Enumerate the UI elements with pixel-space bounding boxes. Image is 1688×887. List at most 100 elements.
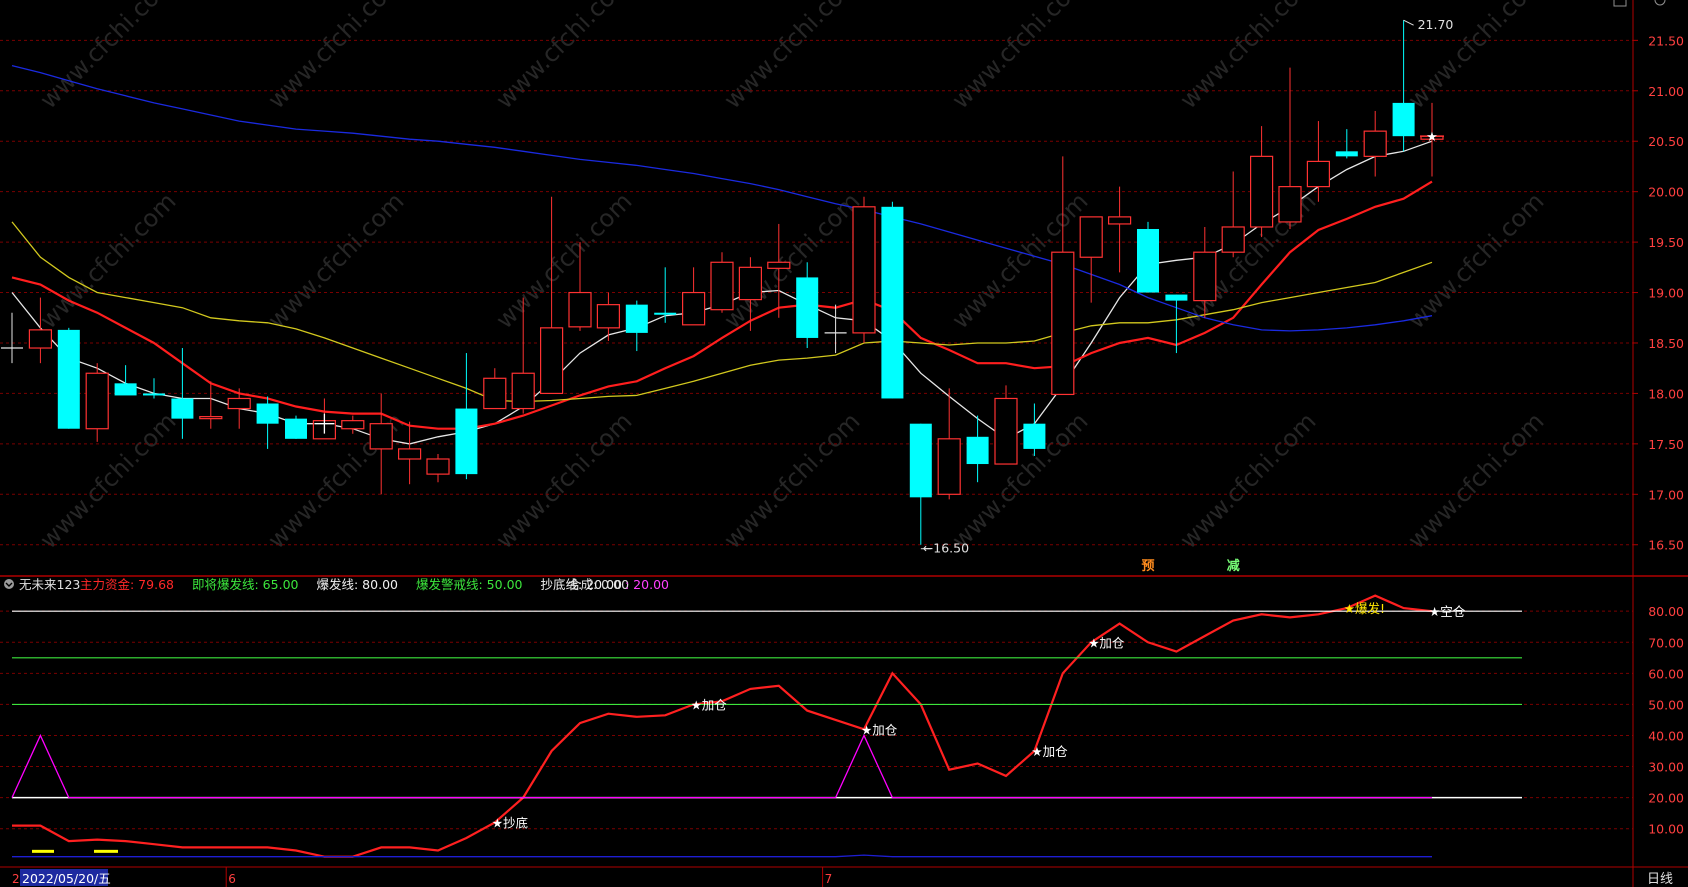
indicator-signal-label: ★爆发! <box>1344 601 1385 616</box>
indicator-collapse-icon[interactable] <box>4 579 14 589</box>
low-price-label: ←16.50 <box>923 541 969 556</box>
price-tick-label: 21.00 <box>1648 84 1684 99</box>
signal-marker: 减 <box>1227 558 1240 574</box>
volume-flag <box>32 849 54 853</box>
price-tick-label: 17.50 <box>1648 437 1684 452</box>
candle-body <box>994 397 1018 465</box>
legend-item: 即将爆发线: 65.00 <box>192 577 299 592</box>
candle-body <box>85 372 109 430</box>
period-label[interactable]: 日线 <box>1647 872 1673 887</box>
indicator-name[interactable]: 无未来123 <box>19 577 80 592</box>
watermark-text: www.cfchi.com <box>718 0 865 114</box>
indicator-legend: 主力资金: 79.68 即将爆发线: 65.00 爆发线: 80.00 爆发警戒线: … <box>80 577 669 592</box>
indicator-tick-label: 70.00 <box>1648 635 1684 650</box>
candle-body <box>511 372 535 410</box>
volume-flag <box>94 849 118 853</box>
candle-body <box>1392 102 1415 137</box>
price-tick-label: 18.50 <box>1648 336 1684 351</box>
month-marks: 67 <box>225 867 833 887</box>
price-tick-label: 19.00 <box>1648 286 1684 301</box>
indicator-series-line <box>12 594 1433 858</box>
candle-body <box>1165 294 1188 301</box>
indicator-signal-label: ★加仓 <box>1031 744 1068 759</box>
price-tick-label: 21.50 <box>1648 33 1684 48</box>
watermark-text: www.cfchi.com <box>490 407 637 554</box>
candle-body <box>966 436 989 465</box>
candle-body <box>1107 216 1132 225</box>
month-label: 7 <box>825 872 833 886</box>
candle-body <box>796 277 819 338</box>
watermark-text: www.cfchi.com <box>34 0 181 114</box>
candle-body <box>881 206 904 399</box>
price-tick-label: 16.50 <box>1648 538 1684 553</box>
candle-body <box>909 423 932 498</box>
candle-body <box>171 398 194 419</box>
candle-body <box>738 266 763 301</box>
watermark-layer: www.cfchi.com www.cfchi.com www.cfchi.com w… <box>34 0 1549 554</box>
watermark-text: www.cfchi.com <box>1402 407 1549 554</box>
candle-body <box>1221 226 1245 253</box>
candle-body <box>625 304 648 333</box>
candle-body <box>1193 251 1217 302</box>
price-tick-label: 17.00 <box>1648 487 1684 502</box>
watermark-text: www.cfchi.com <box>946 0 1093 114</box>
candle-body <box>369 423 393 450</box>
watermark-text: www.cfchi.com <box>262 187 409 334</box>
date-cursor-label: 2022/05/20/五 <box>22 871 111 886</box>
indicator-tick-label: 30.00 <box>1648 760 1684 775</box>
high-price-label: 21.70 <box>1418 17 1454 32</box>
candle-body <box>710 261 734 311</box>
watermark-text: www.cfchi.com <box>262 0 409 114</box>
candle-body <box>1051 251 1075 396</box>
indicator-series-line <box>12 854 1432 858</box>
candle-body <box>539 327 564 395</box>
candle-body <box>1335 151 1358 157</box>
watermark-text: www.cfchi.com <box>1174 407 1321 554</box>
candle-body <box>1079 216 1103 258</box>
watermark-text: www.cfchi.com <box>34 187 181 334</box>
watermark-text: www.cfchi.com <box>490 0 637 114</box>
price-tick-label: 19.50 <box>1648 235 1684 250</box>
indicator-tick-label: 10.00 <box>1648 822 1684 837</box>
indicator-tick-label: 40.00 <box>1648 728 1684 743</box>
candle-body <box>426 458 450 475</box>
candle-body <box>114 383 137 396</box>
legend-item: 爆发线: 80.00 <box>317 577 399 592</box>
indicator-grid: 80.00 70.00 60.00 50.00 40.00 30.00 20.00 10.00 <box>0 604 1684 837</box>
candle-body <box>28 329 52 349</box>
indicator-signal-label: ★抄底 <box>492 815 528 830</box>
indicator-signal-label: ★空仓 <box>1429 604 1466 619</box>
candle-body <box>398 448 422 460</box>
legend-item: 爆发警戒线: 50.00 <box>416 577 523 592</box>
candle-body <box>199 416 223 420</box>
watermark-text: www.cfchi.com <box>1402 187 1549 334</box>
legend-item: 主力资金: 79.68 <box>80 577 174 592</box>
indicator-tick-label: 20.00 <box>1648 791 1684 806</box>
candle-body <box>1306 160 1331 188</box>
candle-body <box>455 408 478 475</box>
candle-body <box>852 206 876 334</box>
candle-body <box>596 304 621 329</box>
window-option-icon[interactable] <box>1654 0 1666 6</box>
indicator-tick-label: 50.00 <box>1648 697 1684 712</box>
price-tick-label: 20.50 <box>1648 134 1684 149</box>
left-mark: 2 <box>12 872 20 886</box>
candle-body <box>483 377 507 410</box>
candle-body <box>767 261 791 269</box>
candle-body <box>57 329 80 429</box>
stock-chart: www.cfchi.com www.cfchi.com www.cfchi.com w… <box>0 0 1688 887</box>
high-arrow <box>1403 19 1414 26</box>
watermark-text: www.cfchi.com <box>1174 0 1321 114</box>
window-restore-icon[interactable] <box>1613 0 1627 7</box>
candle-body <box>285 418 307 439</box>
indicator-lines: ★抄底 ★加仓 ★加仓 ★加仓 ★加仓 ★爆发! ★空仓 <box>11 594 1522 858</box>
watermark-text: www.cfchi.com <box>718 187 865 334</box>
indicator-tick-label: 80.00 <box>1648 604 1684 619</box>
candle-body <box>937 438 961 495</box>
candle-body <box>256 403 279 424</box>
watermark-text: www.cfchi.com <box>946 407 1093 554</box>
candle-body <box>1137 228 1159 293</box>
candle-body <box>681 291 706 326</box>
signal-marker: 预 <box>1141 559 1154 574</box>
compose-label: 合成: 0.00 <box>568 577 629 592</box>
